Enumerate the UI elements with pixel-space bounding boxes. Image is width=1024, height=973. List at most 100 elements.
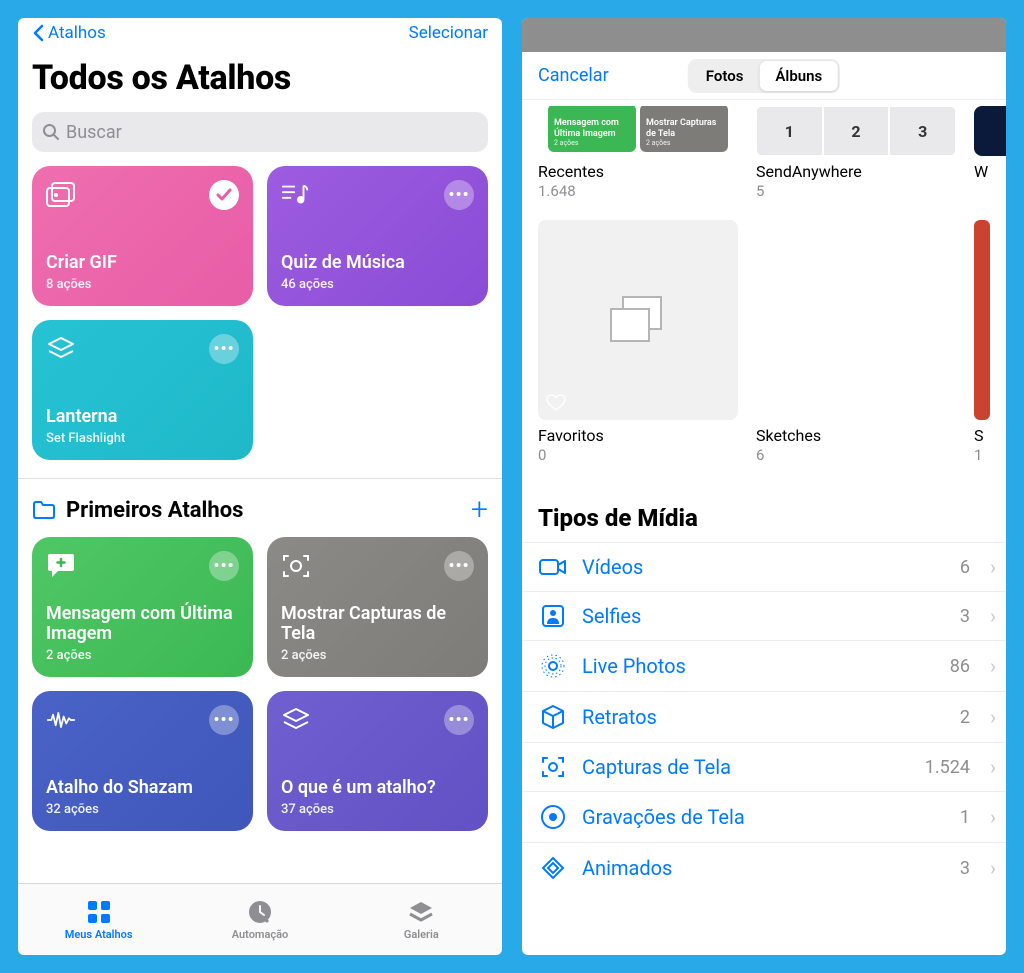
- top-tiles-grid: Criar GIF 8 ações ••• Quiz de Música 46 …: [18, 166, 502, 474]
- media-name: Capturas de Tela: [582, 755, 911, 779]
- sa-number: 1: [756, 106, 823, 156]
- shortcut-tile-criar-gif[interactable]: Criar GIF 8 ações: [32, 166, 253, 306]
- media-name: Selfies: [582, 604, 946, 628]
- media-name: Gravações de Tela: [582, 805, 946, 829]
- mini-sub: 2 ações: [646, 139, 722, 147]
- chevron-left-icon: [32, 24, 44, 42]
- tab-label: Meus Atalhos: [65, 928, 133, 941]
- select-button[interactable]: Selecionar: [409, 23, 488, 43]
- more-icon[interactable]: •••: [444, 180, 474, 210]
- section-title: Primeiros Atalhos: [66, 498, 243, 523]
- more-icon[interactable]: •••: [209, 705, 239, 735]
- frames-icon: [538, 855, 568, 881]
- shortcuts-app-screen: Atalhos Selecionar Todos os Atalhos Busc…: [18, 18, 502, 955]
- chevron-right-icon: ›: [990, 755, 996, 779]
- add-button[interactable]: +: [471, 495, 488, 525]
- clock-icon: [247, 899, 273, 925]
- tab-label: Automação: [232, 928, 289, 941]
- heart-icon: [546, 394, 566, 412]
- music-list-icon: [281, 180, 311, 210]
- mini-title: Mostrar Capturas de Tela: [646, 118, 722, 139]
- tab-gallery[interactable]: Galeria: [341, 884, 502, 955]
- album-favoritos[interactable]: Favoritos 0: [538, 220, 738, 464]
- tile-title: Criar GIF: [46, 253, 239, 274]
- media-name: Live Photos: [582, 654, 936, 678]
- tab-label: Galeria: [404, 928, 439, 941]
- media-row-animados[interactable]: Animados 3 ›: [522, 843, 1006, 893]
- sa-number: 3: [889, 106, 956, 156]
- live-photo-icon: [538, 653, 568, 679]
- photo-stack-icon: [46, 180, 76, 210]
- more-icon[interactable]: •••: [444, 551, 474, 581]
- media-row-videos[interactable]: Vídeos 6 ›: [522, 542, 1006, 592]
- album-count: 1.648: [538, 182, 738, 200]
- layers-icon: [281, 705, 311, 735]
- tile-subtitle: 2 ações: [46, 648, 239, 663]
- capture-icon: [281, 551, 311, 581]
- segment-fotos[interactable]: Fotos: [690, 61, 760, 91]
- search-input[interactable]: Buscar: [32, 112, 488, 152]
- tile-title: Mensagem com Última Imagem: [46, 604, 239, 645]
- album-sendanywhere[interactable]: 1 2 3 SendAnywhere 5: [756, 106, 956, 200]
- shortcut-tile-mensagem[interactable]: ••• Mensagem com Última Imagem 2 ações: [32, 537, 253, 677]
- shortcut-tile-quiz-musica[interactable]: ••• Quiz de Música 46 ações: [267, 166, 488, 306]
- album-name: Favoritos: [538, 426, 738, 445]
- back-label: Atalhos: [48, 23, 106, 43]
- back-button[interactable]: Atalhos: [32, 23, 106, 43]
- cancel-button[interactable]: Cancelar: [538, 65, 609, 86]
- media-row-capturas[interactable]: Capturas de Tela 1.524 ›: [522, 743, 1006, 792]
- media-name: Animados: [582, 856, 946, 880]
- tile-subtitle: Set Flashlight: [46, 431, 239, 446]
- album-partial-2[interactable]: S 1: [974, 220, 990, 464]
- album-recentes[interactable]: Mensagem com Última Imagem 2 ações Mostr…: [538, 106, 738, 200]
- tile-title: Atalho do Shazam: [46, 778, 239, 799]
- media-row-gravacoes[interactable]: Gravações de Tela 1 ›: [522, 792, 1006, 843]
- sa-number: 2: [823, 106, 890, 156]
- shortcut-tile-shazam[interactable]: ••• Atalho do Shazam 32 ações: [32, 691, 253, 831]
- media-list: Vídeos 6 › Selfies 3 › Live Photos 86 › …: [522, 542, 1006, 893]
- segment-albuns[interactable]: Álbuns: [759, 61, 838, 91]
- page-title: Todos os Atalhos: [18, 48, 502, 112]
- shortcut-tile-oque[interactable]: ••• O que é um atalho? 37 ações: [267, 691, 488, 831]
- media-count: 3: [960, 606, 970, 627]
- tile-subtitle: 2 ações: [281, 648, 474, 663]
- section-header: Primeiros Atalhos +: [18, 479, 502, 537]
- waveform-icon: [46, 705, 76, 735]
- album-count: 1: [974, 446, 990, 464]
- tab-automation[interactable]: Automação: [179, 884, 340, 955]
- tile-title: Mostrar Capturas de Tela: [281, 604, 474, 645]
- album-count: 0: [538, 446, 738, 464]
- media-count: 6: [960, 557, 970, 578]
- album-row-1: Mensagem com Última Imagem 2 ações Mostr…: [538, 106, 1006, 200]
- album-name: Sketches: [756, 426, 956, 445]
- tab-my-shortcuts[interactable]: Meus Atalhos: [18, 884, 179, 955]
- media-row-live-photos[interactable]: Live Photos 86 ›: [522, 641, 1006, 692]
- chevron-right-icon: ›: [990, 705, 996, 729]
- media-count: 1.524: [925, 757, 970, 778]
- more-icon[interactable]: •••: [209, 551, 239, 581]
- more-icon[interactable]: •••: [209, 334, 239, 364]
- media-row-retratos[interactable]: Retratos 2 ›: [522, 692, 1006, 743]
- shortcut-tile-lanterna[interactable]: ••• Lanterna Set Flashlight: [32, 320, 253, 460]
- album-name: Recentes: [538, 162, 738, 181]
- media-name: Retratos: [582, 705, 946, 729]
- media-count: 2: [960, 707, 970, 728]
- chat-plus-icon: [46, 551, 76, 581]
- more-icon[interactable]: •••: [444, 705, 474, 735]
- portrait-icon: [538, 604, 568, 628]
- media-name: Vídeos: [582, 555, 946, 579]
- layers-icon: [46, 334, 76, 364]
- tile-subtitle: 8 ações: [46, 277, 239, 292]
- chevron-right-icon: ›: [990, 805, 996, 829]
- album-partial-1[interactable]: W: [974, 106, 990, 200]
- tile-subtitle: 32 ações: [46, 802, 239, 817]
- album-name: S: [974, 426, 990, 445]
- checkmark-icon: [209, 180, 239, 210]
- screenshot-icon: [538, 755, 568, 779]
- albums-area: Mensagem com Última Imagem 2 ações Mostr…: [522, 100, 1006, 496]
- media-row-selfies[interactable]: Selfies 3 ›: [522, 592, 1006, 641]
- grid-icon: [86, 899, 112, 925]
- album-sketches[interactable]: Sketches 6: [756, 220, 956, 464]
- shortcut-tile-capturas[interactable]: ••• Mostrar Capturas de Tela 2 ações: [267, 537, 488, 677]
- chevron-right-icon: ›: [990, 654, 996, 678]
